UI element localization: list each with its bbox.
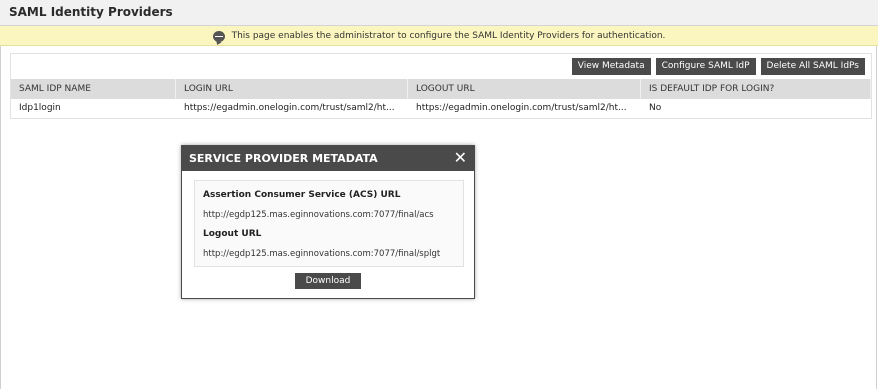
column-header-idp-name[interactable]: SAML IDP NAME [11,79,176,99]
cell-is-default: No [649,103,662,113]
acs-url-label: Assertion Consumer Service (ACS) URL [203,190,401,200]
download-button[interactable]: Download [295,273,361,289]
cell-login-url: https://egadmin.onelogin.com/trust/saml2… [184,103,395,113]
cell-idp-name: Idp1login [19,103,61,113]
cell-logout-url: https://egadmin.onelogin.com/trust/saml2… [416,103,627,113]
metadata-box: Assertion Consumer Service (ACS) URL htt… [194,180,464,267]
logout-url-value: http://egdp125.mas.eginnovations.com:707… [203,249,441,259]
dialog-header: SERVICE PROVIDER METADATA ✕ [182,146,474,171]
column-header-logout-url[interactable]: LOGOUT URL [408,79,641,99]
logout-url-label: Logout URL [203,229,262,239]
close-icon[interactable]: ✕ [454,149,467,167]
content-left-border [0,46,1,389]
info-banner: This page enables the administrator to c… [0,26,878,46]
toolbar: View Metadata Configure SAML IdP Delete … [571,58,865,75]
service-provider-metadata-dialog: SERVICE PROVIDER METADATA ✕ Assertion Co… [181,145,475,299]
configure-saml-idp-button[interactable]: Configure SAML IdP [655,58,756,75]
page-title: SAML Identity Providers [9,5,173,19]
table-header: SAML IDP NAME LOGIN URL LOGOUT URL IS DE… [11,79,871,99]
table-row[interactable]: Idp1login https://egadmin.onelogin.com/t… [11,99,871,118]
column-header-is-default[interactable]: IS DEFAULT IDP FOR LOGIN? [641,79,871,99]
column-header-login-url[interactable]: LOGIN URL [176,79,408,99]
page-header: SAML Identity Providers [0,0,878,26]
view-metadata-button[interactable]: View Metadata [571,58,651,75]
content-right-border [876,46,877,389]
info-banner-text: This page enables the administrator to c… [231,30,666,41]
delete-all-saml-idps-button[interactable]: Delete All SAML IdPs [760,58,865,75]
speech-bubble-icon [212,30,225,42]
acs-url-value: http://egdp125.mas.eginnovations.com:707… [203,210,434,220]
dialog-title: SERVICE PROVIDER METADATA [189,152,378,165]
idp-panel: View Metadata Configure SAML IdP Delete … [10,53,872,119]
